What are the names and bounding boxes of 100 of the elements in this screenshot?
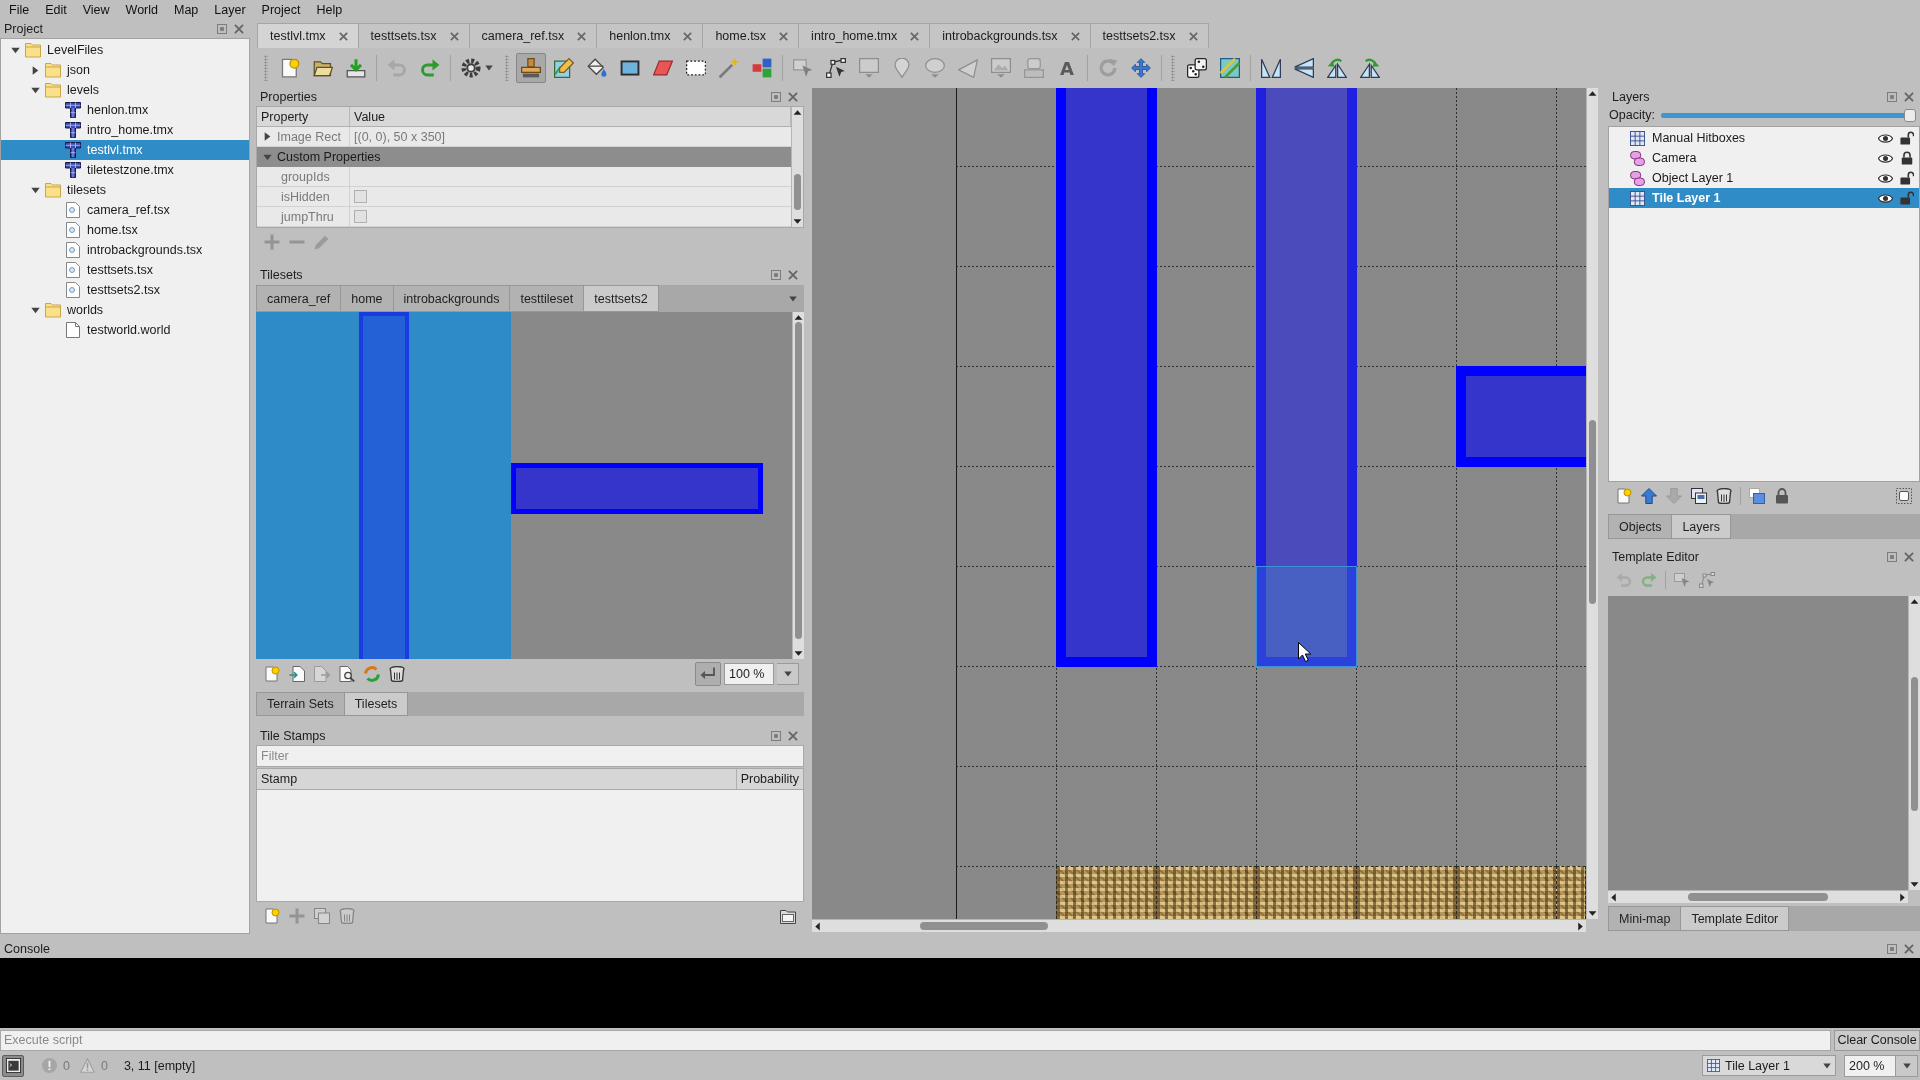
console-toggle-button[interactable] bbox=[2, 1054, 24, 1077]
checkbox[interactable] bbox=[354, 210, 367, 223]
tileset-tile[interactable] bbox=[511, 463, 763, 514]
tab[interactable]: Mini-map bbox=[1608, 906, 1682, 931]
warning-triangle-icon[interactable] bbox=[79, 1058, 95, 1073]
vertical-scrollbar[interactable] bbox=[792, 312, 804, 659]
column-header[interactable]: Property bbox=[257, 107, 350, 126]
menu-item[interactable]: View bbox=[74, 0, 118, 20]
document-tab[interactable]: testtsets.tsx bbox=[357, 23, 470, 48]
tileset-view[interactable] bbox=[256, 312, 792, 659]
tab[interactable]: Terrain Sets bbox=[256, 692, 345, 716]
textured-tile[interactable] bbox=[1556, 866, 1586, 919]
close-icon[interactable] bbox=[1070, 31, 1080, 41]
scroll-thumb[interactable] bbox=[920, 922, 1049, 930]
scroll-left-icon[interactable] bbox=[1609, 892, 1618, 902]
scroll-down-icon[interactable] bbox=[1588, 909, 1597, 918]
tab[interactable]: Objects bbox=[1608, 514, 1673, 539]
scroll-down-icon[interactable] bbox=[1910, 880, 1919, 889]
scroll-right-icon[interactable] bbox=[1576, 921, 1585, 931]
tileset-tile[interactable] bbox=[256, 312, 511, 659]
column-header[interactable]: Stamp bbox=[257, 769, 736, 789]
tab[interactable]: Template Editor bbox=[1680, 906, 1790, 931]
filter-field[interactable]: Filter bbox=[256, 745, 804, 767]
toggle-others-button[interactable] bbox=[1746, 485, 1768, 507]
float-icon[interactable] bbox=[771, 731, 781, 741]
float-icon[interactable] bbox=[771, 270, 781, 280]
textured-tile[interactable] bbox=[1456, 866, 1557, 919]
horizontal-scrollbar[interactable] bbox=[812, 919, 1586, 932]
scroll-thumb[interactable] bbox=[1688, 893, 1828, 901]
tab[interactable]: testtileset bbox=[509, 285, 585, 312]
padlock-open-icon[interactable] bbox=[1900, 171, 1914, 185]
layer-list-row[interactable]: Object Layer 1 bbox=[1609, 168, 1919, 188]
scroll-up-icon[interactable] bbox=[1588, 89, 1597, 98]
tree-item[interactable]: testworld.world bbox=[1, 320, 249, 340]
tree-item[interactable]: home.tsx bbox=[1, 220, 249, 240]
close-icon[interactable] bbox=[1904, 552, 1914, 562]
menu-item[interactable]: Help bbox=[308, 0, 351, 20]
close-icon[interactable] bbox=[234, 24, 244, 34]
vertical-scrollbar[interactable] bbox=[791, 107, 803, 227]
script-input-field[interactable]: Execute script bbox=[0, 1029, 1831, 1051]
menu-item[interactable]: File bbox=[1, 0, 38, 20]
scroll-up-icon[interactable] bbox=[793, 108, 802, 117]
float-icon[interactable] bbox=[771, 92, 781, 102]
close-icon[interactable] bbox=[338, 31, 348, 41]
slider-thumb[interactable] bbox=[1904, 108, 1916, 122]
tree-item[interactable]: levels bbox=[1, 80, 249, 100]
document-tab[interactable]: introbackgrounds.tsx bbox=[929, 23, 1091, 48]
close-icon[interactable] bbox=[683, 31, 693, 41]
raise-button[interactable] bbox=[1638, 485, 1660, 507]
highlight-button[interactable] bbox=[1893, 485, 1915, 507]
caret-right-icon[interactable] bbox=[30, 65, 40, 75]
close-icon[interactable] bbox=[788, 92, 798, 102]
float-icon[interactable] bbox=[1887, 552, 1897, 562]
scroll-thumb[interactable] bbox=[795, 322, 802, 640]
horizontal-scrollbar[interactable] bbox=[1608, 890, 1908, 903]
caret-down-icon[interactable] bbox=[30, 305, 40, 315]
caret-down-icon[interactable] bbox=[30, 185, 40, 195]
layer-list-row[interactable]: Manual Hitboxes bbox=[1609, 128, 1919, 148]
insert-text-button[interactable]: A bbox=[1052, 53, 1082, 83]
layer-list-row[interactable]: Tile Layer 1 bbox=[1609, 188, 1919, 208]
scroll-thumb[interactable] bbox=[1589, 419, 1596, 605]
dropdown-button[interactable] bbox=[777, 663, 799, 685]
tree-item[interactable]: introbackgrounds.tsx bbox=[1, 240, 249, 260]
clear-console-button[interactable]: Clear Console bbox=[1834, 1029, 1920, 1051]
float-icon[interactable] bbox=[1887, 944, 1897, 954]
layer-dropdown[interactable]: Tile Layer 1 bbox=[1702, 1055, 1836, 1076]
float-icon[interactable] bbox=[217, 24, 227, 34]
textured-tile[interactable] bbox=[1156, 866, 1257, 919]
close-icon[interactable] bbox=[788, 731, 798, 741]
document-tab[interactable]: home.tsx bbox=[702, 23, 800, 48]
tree-item[interactable]: intro_home.tmx bbox=[1, 120, 249, 140]
menu-item[interactable]: Layer bbox=[206, 0, 254, 20]
scroll-up-icon[interactable] bbox=[1910, 597, 1919, 606]
tree-item[interactable]: testtsets.tsx bbox=[1, 260, 249, 280]
tab[interactable]: Tilesets bbox=[343, 692, 409, 716]
tree-item[interactable]: LevelFiles bbox=[1, 40, 249, 60]
close-icon[interactable] bbox=[788, 270, 798, 280]
document-tab[interactable]: testtsets2.tsx bbox=[1089, 23, 1209, 48]
wrap-toggle-button[interactable] bbox=[695, 662, 721, 686]
tree-item[interactable]: json bbox=[1, 60, 249, 80]
menu-item[interactable]: Map bbox=[166, 0, 207, 20]
caret-down-icon[interactable] bbox=[10, 45, 20, 55]
tree-item[interactable]: testlvl.tmx bbox=[1, 140, 249, 160]
close-icon[interactable] bbox=[449, 31, 459, 41]
caret-down-icon[interactable] bbox=[30, 85, 40, 95]
close-icon[interactable] bbox=[577, 31, 587, 41]
tree-item[interactable]: worlds bbox=[1, 300, 249, 320]
zoom-field[interactable]: 100 % bbox=[724, 663, 774, 685]
vertical-scrollbar[interactable] bbox=[1586, 88, 1598, 919]
document-tab[interactable]: intro_home.tmx bbox=[798, 23, 931, 48]
float-icon[interactable] bbox=[1887, 92, 1897, 102]
caret-down-icon[interactable] bbox=[789, 294, 797, 303]
tree-item[interactable]: camera_ref.tsx bbox=[1, 200, 249, 220]
textured-tile[interactable] bbox=[1256, 866, 1357, 919]
scroll-thumb[interactable] bbox=[1911, 677, 1918, 812]
scroll-thumb[interactable] bbox=[794, 174, 801, 210]
exclamation-circle-icon[interactable] bbox=[42, 1058, 57, 1073]
document-tab[interactable]: testlvl.tmx bbox=[257, 23, 359, 48]
padlock-open-icon[interactable] bbox=[1900, 131, 1914, 145]
stamp-button[interactable] bbox=[516, 53, 546, 83]
